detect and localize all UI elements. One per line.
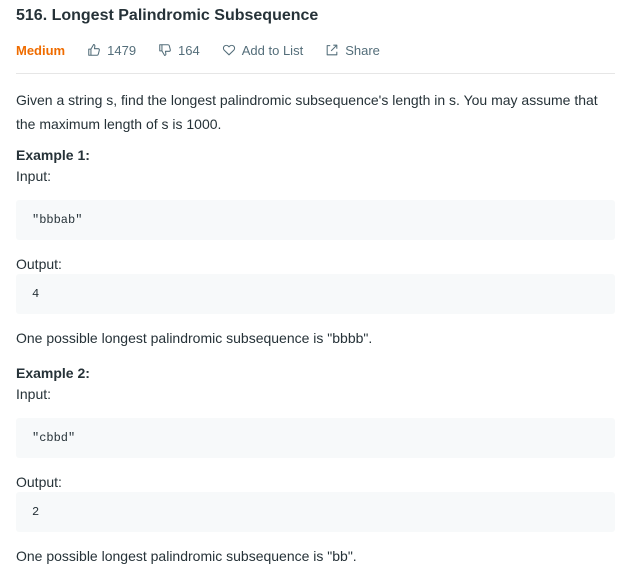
example-2-output-block: 2 (16, 492, 615, 532)
dislike-count: 164 (178, 42, 200, 58)
share-icon (326, 44, 338, 56)
problem-statement: Given a string s, find the longest palin… (16, 92, 598, 132)
example-2-explanation: One possible longest palindromic subsequ… (16, 548, 357, 564)
problem-meta-bar: Medium 1479 164 Add to List Share (16, 41, 402, 59)
example-1-output-value: 4 (32, 287, 40, 301)
add-to-list-button[interactable]: Add to List (222, 43, 303, 58)
example-1-output-block: 4 (16, 274, 615, 314)
thumbs-up-icon (88, 44, 101, 56)
example-2-input-label: Input: (16, 386, 52, 402)
add-to-list-label: Add to List (241, 42, 304, 58)
example-2-output-value: 2 (32, 505, 40, 519)
share-label: Share (345, 42, 380, 58)
meta-divider (16, 73, 615, 74)
like-count: 1479 (107, 42, 137, 58)
problem-title: 516. Longest Palindromic Subsequence (16, 7, 319, 24)
example-1-input-value: "bbbab" (32, 213, 83, 227)
example-1-input-label: Input: (16, 168, 52, 184)
heart-icon (222, 44, 235, 56)
thumbs-down-icon (159, 44, 171, 56)
example-1-explanation: One possible longest palindromic subsequ… (16, 330, 373, 346)
like-button[interactable]: 1479 (87, 43, 136, 58)
example-2-input-block: "cbbd" (16, 418, 615, 458)
example-1-output-label: Output: (16, 256, 62, 272)
example-2-output-label: Output: (16, 474, 62, 490)
dislike-button[interactable]: 164 (158, 43, 200, 58)
difficulty-badge: Medium (16, 42, 66, 58)
share-button[interactable]: Share (325, 43, 380, 58)
example-1-input-block: "bbbab" (16, 200, 615, 240)
example-2-input-value: "cbbd" (32, 431, 76, 445)
